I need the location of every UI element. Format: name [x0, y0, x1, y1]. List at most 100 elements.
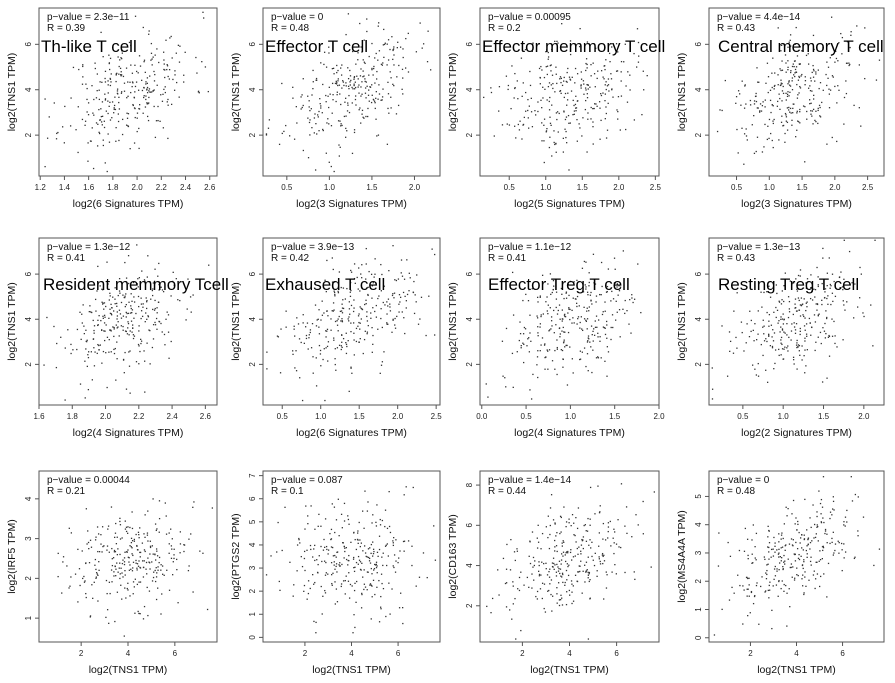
data-point: [541, 337, 544, 339]
data-point: [150, 59, 152, 61]
x-tick-label: 2.0: [653, 412, 665, 421]
data-point: [100, 543, 102, 545]
data-point: [140, 297, 142, 299]
data-point: [198, 92, 200, 94]
data-point: [592, 126, 594, 128]
data-point: [580, 550, 582, 552]
data-points: [266, 245, 436, 402]
data-point: [320, 365, 322, 367]
data-point: [162, 127, 165, 129]
data-point: [372, 514, 374, 516]
data-point: [733, 310, 735, 312]
data-point: [309, 331, 311, 334]
data-point: [313, 117, 316, 119]
data-point: [564, 118, 567, 121]
data-point: [95, 310, 97, 312]
data-point: [794, 298, 797, 300]
data-point: [158, 262, 160, 265]
data-point: [566, 551, 568, 553]
y-tick-label: 2: [694, 362, 703, 367]
data-point: [115, 324, 117, 326]
data-point: [622, 308, 624, 310]
x-tick-label: 6: [614, 649, 619, 658]
data-point: [127, 95, 129, 97]
data-point: [848, 62, 850, 64]
data-point: [810, 564, 812, 566]
data-point: [607, 84, 610, 86]
data-point: [755, 532, 758, 535]
data-point: [381, 64, 384, 66]
data-point: [597, 485, 599, 487]
data-point: [320, 585, 322, 588]
data-point: [596, 575, 598, 578]
data-point: [310, 505, 312, 507]
data-point: [155, 317, 158, 320]
data-point: [374, 593, 376, 596]
data-point: [523, 326, 526, 329]
data-point: [603, 554, 605, 556]
data-point: [555, 151, 557, 153]
data-point: [325, 347, 327, 349]
data-point: [785, 584, 787, 587]
data-point: [796, 129, 798, 131]
data-point: [587, 294, 589, 296]
data-point: [380, 308, 382, 310]
data-point: [728, 331, 731, 333]
data-point: [374, 258, 376, 260]
data-point: [797, 523, 799, 526]
data-point: [428, 295, 430, 297]
data-point: [567, 574, 570, 577]
data-point: [373, 67, 375, 70]
data-point: [350, 304, 353, 307]
data-point: [293, 328, 295, 330]
data-point: [308, 121, 311, 124]
data-point: [138, 325, 140, 327]
data-point: [796, 97, 799, 99]
data-point: [760, 110, 763, 112]
data-point: [75, 129, 77, 131]
data-point: [136, 569, 138, 571]
x-tick-label: 1.5: [354, 412, 366, 421]
data-point: [789, 566, 791, 569]
data-point: [142, 306, 144, 308]
data-point: [562, 555, 564, 557]
data-point: [95, 122, 98, 124]
data-point: [188, 538, 190, 540]
data-point: [313, 548, 315, 550]
data-point: [372, 307, 374, 309]
data-point: [98, 344, 100, 347]
data-point: [141, 79, 143, 82]
data-point: [646, 74, 648, 77]
data-point: [610, 326, 612, 329]
data-point: [515, 638, 517, 640]
data-point: [806, 118, 808, 120]
data-point: [765, 338, 767, 340]
data-point: [382, 62, 384, 64]
data-point: [335, 565, 337, 568]
data-point: [711, 367, 713, 369]
data-point: [87, 114, 90, 116]
data-point: [363, 545, 366, 547]
y-tick-label: 4: [24, 316, 33, 321]
data-point: [434, 559, 437, 561]
data-point: [319, 349, 322, 352]
data-point: [748, 595, 750, 597]
data-point: [804, 317, 806, 319]
data-point: [106, 336, 109, 338]
data-point: [605, 320, 608, 323]
x-axis: 246: [303, 641, 401, 658]
data-point: [308, 106, 310, 108]
data-point: [171, 538, 173, 540]
data-point: [596, 326, 598, 328]
data-point: [556, 348, 558, 350]
data-point: [546, 127, 548, 130]
data-point: [121, 598, 123, 600]
data-point: [781, 318, 784, 320]
data-point: [782, 323, 785, 325]
data-point: [337, 69, 339, 72]
data-point: [142, 303, 144, 305]
data-point: [116, 341, 118, 343]
data-point: [394, 327, 397, 329]
data-point: [125, 303, 127, 306]
data-point: [843, 96, 846, 99]
